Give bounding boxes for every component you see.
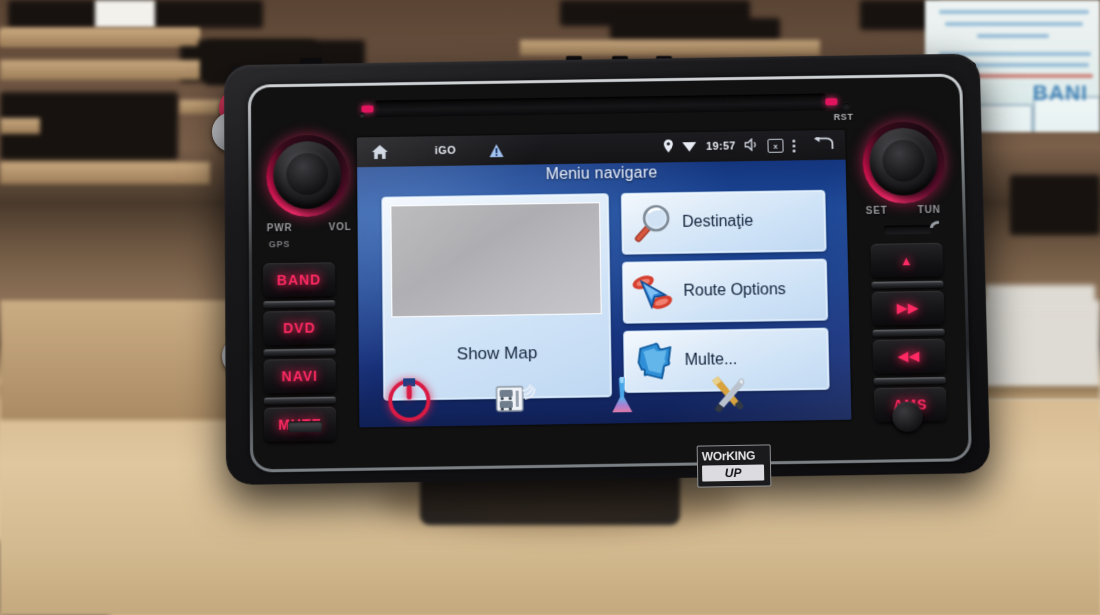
reset-label: RST — [833, 111, 854, 123]
next-track-label: ▶▶ — [896, 300, 920, 316]
pwr-label: PWR — [266, 222, 293, 235]
poster-bani-text: BANI — [1032, 82, 1088, 105]
tun-label: TUN — [917, 204, 941, 217]
traffic-button[interactable] — [489, 378, 542, 419]
navi-label: NAVI — [281, 367, 319, 385]
beacon-cone-icon — [607, 374, 638, 420]
shelf-board — [520, 40, 820, 56]
magnifier-icon — [628, 200, 677, 247]
set-label: SET — [865, 205, 888, 217]
brand-sticker-line2: UP — [701, 464, 765, 482]
igo-navigation-app: Meniu navigare Show Map Destinaţie Route… — [357, 159, 852, 428]
next-track-button[interactable]: ▶▶ — [871, 290, 945, 326]
warning-triangle-icon[interactable] — [489, 143, 504, 157]
reset-pinhole[interactable] — [843, 102, 850, 110]
vol-label: VOL — [328, 222, 352, 234]
route-options-label: Route Options — [683, 281, 786, 300]
screenshot-root: BANI RST PWR VOL GPS SET TUN BAND DVD NA… — [0, 0, 1100, 615]
touchscreen-display[interactable]: iGO 19:57 x Meniu navigare Show Map Dest… — [356, 129, 852, 428]
wifi-icon — [682, 140, 697, 155]
eject-button[interactable]: ▲ — [870, 242, 944, 278]
show-map-panel[interactable]: Show Map — [381, 193, 613, 401]
shelf-object — [610, 18, 780, 40]
dvd-label: DVD — [283, 319, 316, 337]
brand-sticker-line1: WOrKING — [701, 448, 756, 464]
destination-button[interactable]: Destinaţie — [620, 189, 827, 255]
shelf-board — [0, 162, 210, 184]
location-pin-icon — [664, 139, 674, 155]
map-preview-thumbnail — [390, 202, 602, 318]
navi-button[interactable]: NAVI — [263, 358, 337, 394]
home-icon[interactable] — [371, 144, 389, 160]
back-arrow-icon[interactable] — [812, 136, 834, 153]
shelf-object — [1010, 175, 1100, 235]
route-cursor-icon — [629, 269, 678, 316]
destination-label: Destinaţie — [682, 212, 754, 231]
power-icon — [388, 379, 431, 422]
more-label: Multe... — [684, 351, 738, 369]
shelf-board — [0, 118, 40, 134]
tools-icon — [708, 373, 749, 417]
gps-label: GPS — [268, 238, 291, 250]
app-name-label: iGO — [434, 144, 457, 158]
button-separator — [263, 300, 336, 309]
usb-slot[interactable] — [288, 420, 323, 433]
screenshot-box-icon[interactable]: x — [767, 138, 784, 153]
brand-sticker: WOrKING UP — [696, 444, 772, 488]
eject-label: ▲ — [899, 252, 914, 268]
settings-tools-button[interactable] — [702, 375, 755, 416]
right-button-column: ▲ ▶▶ ◀◀ AMS — [870, 242, 947, 427]
band-button[interactable]: BAND — [262, 262, 336, 298]
shelf-board — [0, 30, 198, 46]
button-separator — [263, 396, 337, 405]
previous-track-label: ◀◀ — [897, 348, 921, 364]
clock-label: 19:57 — [706, 140, 736, 153]
status-bar-right-group: 19:57 x — [664, 136, 834, 156]
shelf-paper — [95, 0, 155, 28]
slot-led-right — [825, 98, 838, 106]
shelf-board — [0, 60, 200, 80]
dvd-button[interactable]: DVD — [263, 310, 336, 346]
igo-bottom-toolbar — [359, 367, 851, 427]
microphone-hole — [359, 112, 365, 118]
page-title: Meniu navigare — [545, 164, 658, 184]
button-separator — [871, 280, 944, 289]
button-separator — [873, 376, 946, 386]
table-left — [0, 300, 250, 420]
stacked-boxes — [985, 285, 1095, 311]
exit-power-button[interactable] — [383, 379, 436, 422]
button-separator — [263, 348, 336, 357]
set-tune-knob[interactable] — [861, 121, 946, 205]
route-options-button[interactable]: Route Options — [621, 258, 829, 324]
previous-track-button[interactable]: ◀◀ — [872, 338, 946, 375]
left-button-column: BAND DVD NAVI MUTE — [262, 262, 337, 446]
band-label: BAND — [276, 271, 322, 289]
car-head-unit: RST PWR VOL GPS SET TUN BAND DVD NAVI ▲ … — [223, 53, 991, 486]
beacon-button[interactable] — [596, 374, 649, 420]
power-volume-knob[interactable] — [266, 134, 349, 218]
slot-led-left — [361, 105, 374, 113]
overflow-menu-icon[interactable] — [792, 139, 796, 152]
volume-mute-icon[interactable] — [744, 138, 758, 154]
sd-card-icon — [928, 219, 942, 236]
sd-card-slot[interactable] — [884, 224, 933, 235]
traffic-tmc-icon — [494, 378, 537, 420]
button-separator — [872, 328, 945, 337]
